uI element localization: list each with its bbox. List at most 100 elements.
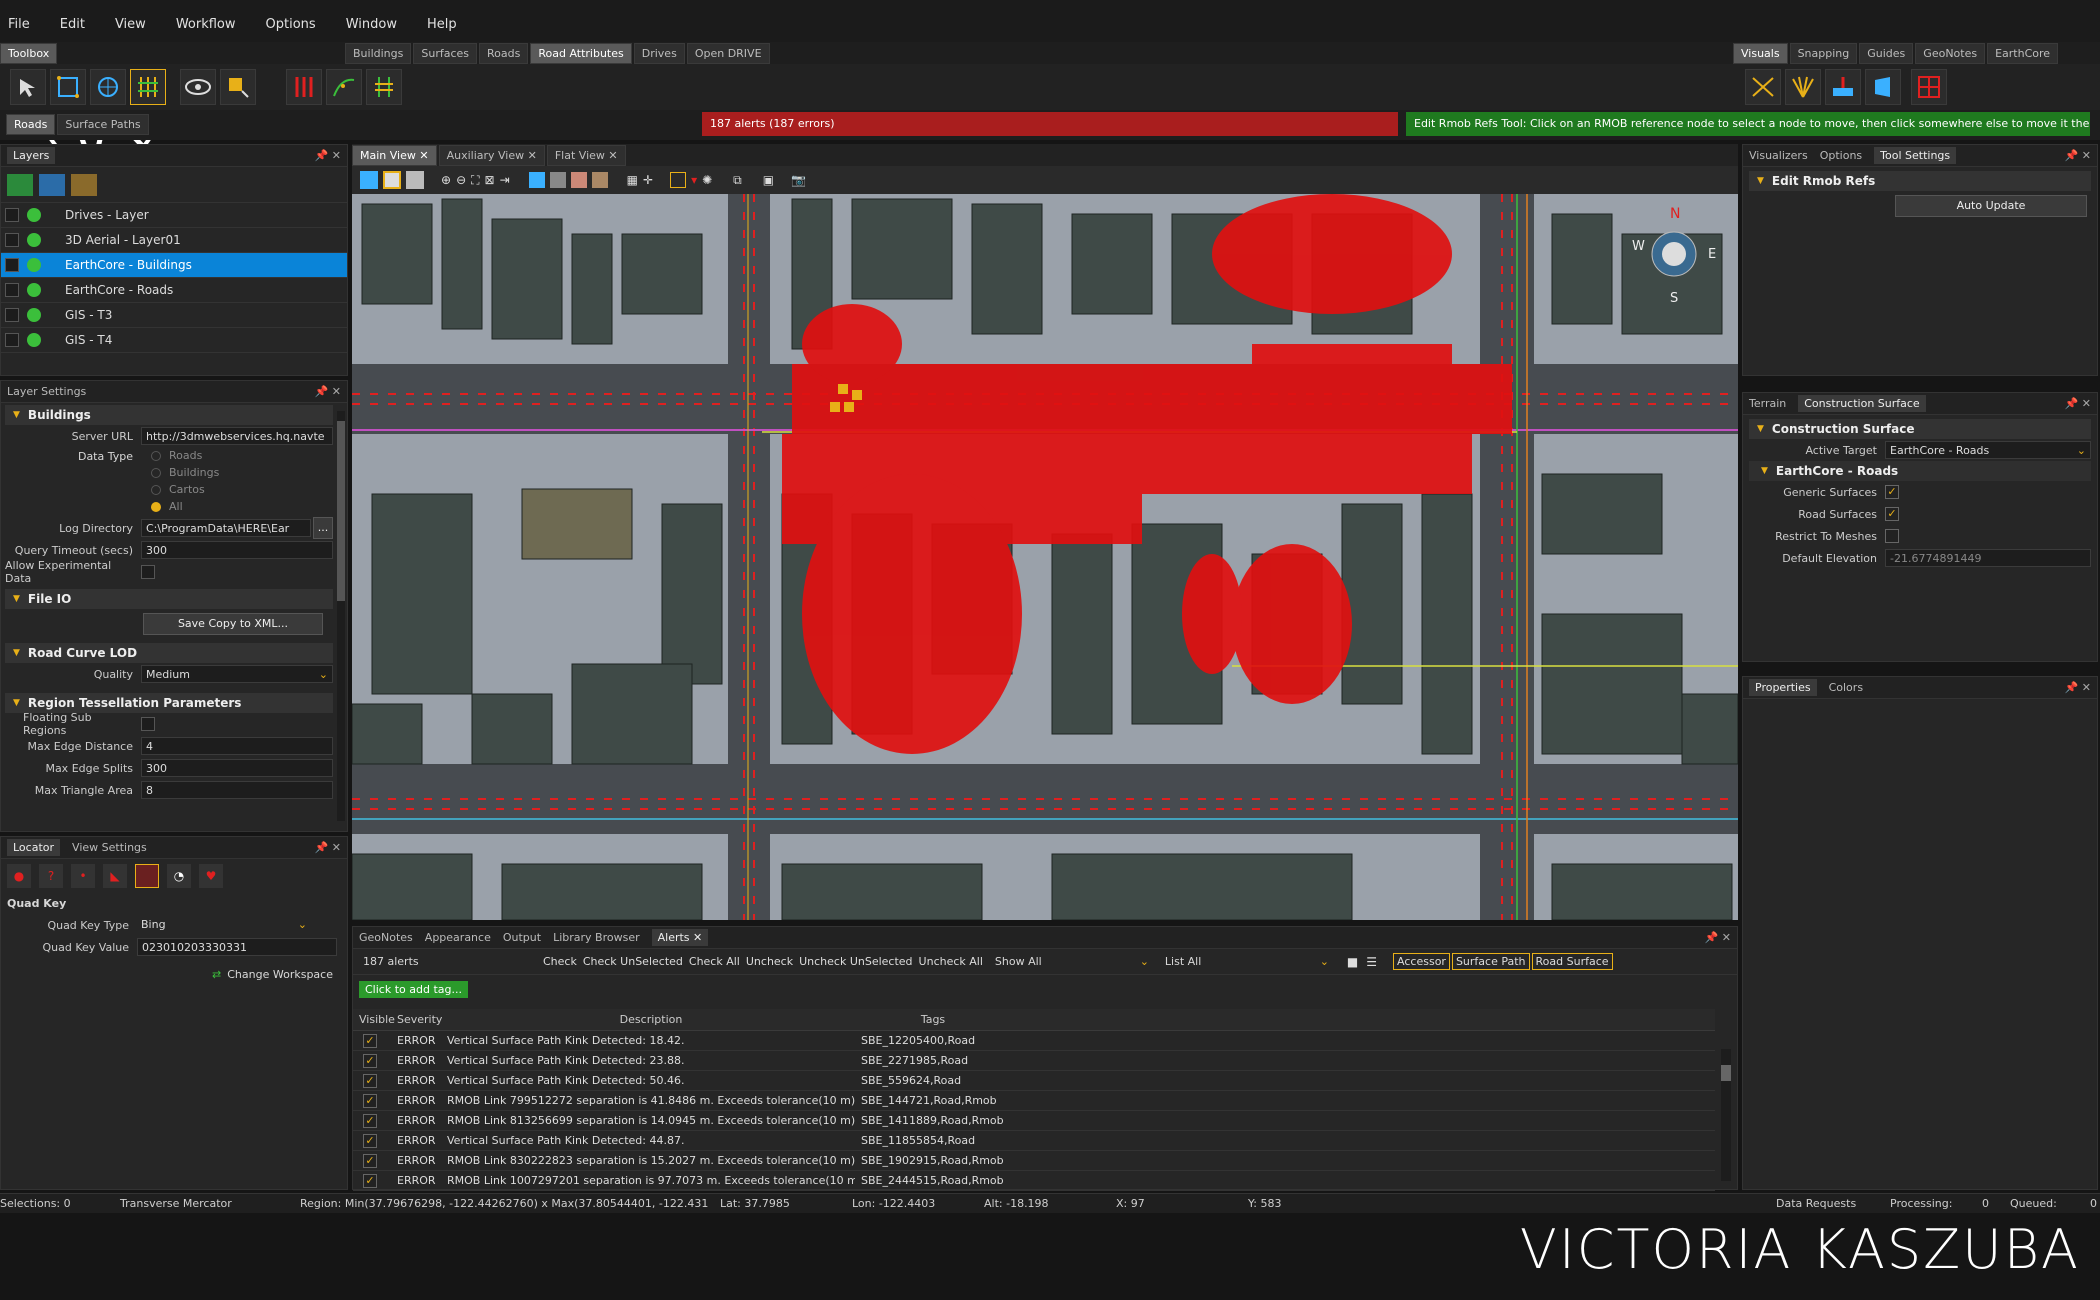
tab-surfaces[interactable]: Surfaces: [413, 42, 477, 64]
check-unselected-button[interactable]: Check UnSelected: [583, 955, 683, 968]
table-row[interactable]: ✓ ERROR RMOB Link 813256699 separation is …: [353, 1111, 1715, 1131]
pin-icon[interactable]: ●: [7, 864, 31, 888]
close-icon[interactable]: 📌 ✕: [2065, 149, 2091, 162]
eye-icon[interactable]: [180, 69, 216, 105]
tab-colors[interactable]: Colors: [1829, 681, 1863, 694]
box-tool-icon[interactable]: [50, 69, 86, 105]
grid-visual-icon[interactable]: [1911, 69, 1947, 105]
radio-buildings[interactable]: Buildings: [5, 464, 333, 481]
panel-visual-icon[interactable]: [1865, 69, 1901, 105]
visible-checkbox[interactable]: ✓: [363, 1153, 377, 1168]
zoom-out-icon[interactable]: ⊖: [456, 173, 466, 187]
layer-item[interactable]: GIS - T3: [1, 303, 347, 328]
snap-icon[interactable]: [670, 172, 687, 188]
add-tag-button[interactable]: Click to add tag...: [359, 980, 468, 998]
menu-options[interactable]: Options: [266, 17, 316, 32]
check-button[interactable]: Check: [543, 955, 577, 968]
close-icon[interactable]: 📌 ✕: [2065, 681, 2091, 694]
fan-visual-icon[interactable]: [1785, 69, 1821, 105]
zoom-selection-icon[interactable]: ⊠: [485, 173, 495, 187]
tab-drives[interactable]: Drives: [633, 42, 685, 64]
layer-checkbox[interactable]: [5, 333, 19, 347]
tab-snapping[interactable]: Snapping: [1789, 42, 1858, 64]
allow-experimental-checkbox[interactable]: [141, 565, 155, 579]
table-row[interactable]: ✓ ERROR RMOB Link 799512272 separation is …: [353, 1091, 1715, 1111]
show-filter-select[interactable]: Show All ⌄: [995, 955, 1155, 968]
screenshot-icon[interactable]: 📷: [791, 173, 806, 187]
layer-item[interactable]: 3D Aerial - Layer01: [1, 228, 347, 253]
surface-visual-icon[interactable]: [1825, 69, 1861, 105]
red-bars-icon[interactable]: [286, 69, 322, 105]
tab-guides[interactable]: Guides: [1859, 42, 1914, 64]
log-directory-field[interactable]: C:\ProgramData\HERE\Ear: [141, 519, 311, 537]
radio-cartos[interactable]: Cartos: [5, 481, 333, 498]
tab-flat-view[interactable]: Flat View ✕: [546, 144, 626, 166]
zoom-extents-icon[interactable]: ⛶: [471, 173, 479, 188]
tab-options[interactable]: Options: [1820, 149, 1862, 162]
tab-locator[interactable]: Locator: [7, 839, 61, 856]
layer-checkbox[interactable]: [5, 283, 19, 297]
section-file-io[interactable]: File IO: [5, 589, 333, 609]
menu-workflow[interactable]: Workflow: [176, 17, 236, 32]
visible-checkbox[interactable]: ✓: [363, 1173, 377, 1188]
active-target-select[interactable]: EarthCore - Roads ⌄: [1885, 441, 2091, 459]
visible-checkbox[interactable]: ✓: [363, 1053, 377, 1068]
window-icon[interactable]: ▣: [763, 173, 774, 187]
visible-checkbox[interactable]: ✓: [363, 1033, 377, 1048]
search-locate-icon[interactable]: ?: [39, 864, 63, 888]
add-layer-icon[interactable]: [7, 173, 33, 196]
menu-file[interactable]: File: [8, 17, 30, 32]
square-select-icon[interactable]: [220, 69, 256, 105]
max-edge-distance-field[interactable]: 4: [141, 737, 333, 755]
subtab-surface-paths[interactable]: Surface Paths: [57, 114, 149, 135]
tab-visuals[interactable]: Visuals: [1733, 42, 1788, 64]
map-viewport[interactable]: N S E W: [352, 194, 1738, 920]
tab-geonotes[interactable]: GeoNotes: [359, 931, 413, 944]
section-region-tessellation[interactable]: Region Tessellation Parameters: [5, 693, 333, 713]
globe-tool-icon[interactable]: [90, 69, 126, 105]
remove-layer-icon[interactable]: [39, 173, 65, 196]
layer-settings-icon[interactable]: [71, 173, 97, 196]
region-icon[interactable]: [135, 864, 159, 888]
table-row[interactable]: ✓ ERROR Vertical Surface Path Kink Detecte…: [353, 1071, 1715, 1091]
curve-edit-icon[interactable]: [326, 69, 362, 105]
close-icon[interactable]: 📌 ✕: [315, 385, 341, 398]
close-icon[interactable]: 📌 ✕: [2065, 397, 2091, 410]
layer-item[interactable]: GIS - T4: [1, 328, 347, 353]
heart-icon[interactable]: ♥: [199, 864, 223, 888]
layers-title[interactable]: Layers: [7, 147, 56, 164]
close-icon[interactable]: 📌 ✕: [1705, 931, 1731, 944]
tab-earthcore[interactable]: EarthCore: [1987, 42, 2059, 64]
close-icon[interactable]: 📌 ✕: [315, 841, 341, 854]
change-workspace-button[interactable]: ⇄ Change Workspace: [1, 958, 347, 981]
layer-checkbox[interactable]: [5, 208, 19, 222]
split-view-icon[interactable]: [383, 171, 401, 189]
subtab-roads[interactable]: Roads: [6, 114, 56, 135]
section-edit-rmob-refs[interactable]: Edit Rmob Refs: [1749, 171, 2091, 191]
tab-buildings[interactable]: Buildings: [345, 42, 412, 64]
visible-checkbox[interactable]: ✓: [363, 1073, 377, 1088]
tab-geonotes[interactable]: GeoNotes: [1915, 42, 1986, 64]
layer-item[interactable]: EarthCore - Buildings: [1, 253, 347, 278]
generic-surfaces-checkbox[interactable]: ✓: [1885, 485, 1899, 499]
layer-item[interactable]: EarthCore - Roads: [1, 278, 347, 303]
list-filter-select[interactable]: List All ⌄: [1165, 955, 1335, 968]
section-construction-surface[interactable]: Construction Surface: [1749, 419, 2091, 439]
uncheck-button[interactable]: Uncheck: [746, 955, 793, 968]
layer-item[interactable]: Drives - Layer: [1, 203, 347, 228]
visible-checkbox[interactable]: ✓: [363, 1093, 377, 1108]
layer-checkbox[interactable]: [5, 308, 19, 322]
quad-key-value-field[interactable]: 023010203330331: [137, 938, 337, 956]
tab-visualizers[interactable]: Visualizers: [1749, 149, 1808, 162]
list-view-icon[interactable]: ☰: [1366, 955, 1377, 969]
table-row[interactable]: ✓ ERROR Vertical Surface Path Kink Detecte…: [353, 1031, 1715, 1051]
lane-tool-icon[interactable]: [366, 69, 402, 105]
tab-terrain[interactable]: Terrain: [1749, 397, 1786, 410]
tab-library-browser[interactable]: Library Browser: [553, 931, 640, 944]
uncheck-all-button[interactable]: Uncheck All: [919, 955, 983, 968]
radio-all[interactable]: All: [5, 498, 333, 515]
cube-view-icon[interactable]: [528, 172, 545, 188]
check-all-button[interactable]: Check All: [689, 955, 740, 968]
layer-checkbox[interactable]: [5, 258, 19, 272]
uncheck-unselected-button[interactable]: Uncheck UnSelected: [799, 955, 912, 968]
